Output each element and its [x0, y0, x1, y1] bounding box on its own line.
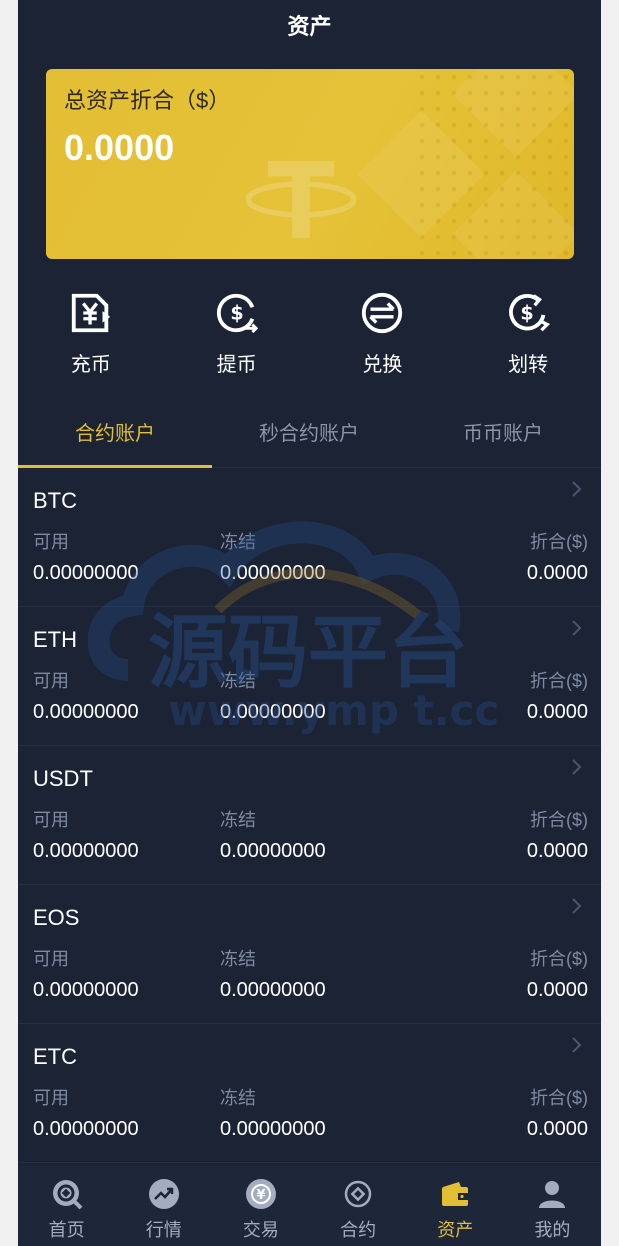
- transfer-label: 划转: [508, 354, 549, 376]
- frozen-value: 0.00000000: [220, 1118, 326, 1140]
- asset-name: ETC: [33, 1044, 77, 1069]
- total-assets-label: 总资产折合（$）: [64, 88, 231, 113]
- withdraw-button[interactable]: $ 提币: [164, 290, 310, 385]
- quick-actions: 充币 $ 提币 兑换 $ 划转: [18, 290, 601, 385]
- asset-list: BTC 可用 冻结 折合($) 0.00000000 0.00000000 0.…: [18, 468, 601, 1163]
- chevron-right-icon: [572, 1037, 582, 1053]
- deposit-button[interactable]: 充币: [18, 290, 164, 385]
- home-icon: [52, 1180, 82, 1210]
- converted-label: 折合($): [530, 810, 588, 830]
- nav-mine-label: 我的: [534, 1220, 571, 1240]
- nav-trade-label: 交易: [242, 1220, 279, 1240]
- svg-text:¥: ¥: [256, 1188, 265, 1203]
- trade-icon: ¥: [245, 1179, 276, 1209]
- frozen-label: 冻结: [220, 810, 256, 830]
- asset-name: ETH: [33, 627, 77, 652]
- converted-label: 折合($): [530, 671, 588, 691]
- available-label: 可用: [33, 532, 69, 552]
- available-label: 可用: [33, 671, 69, 691]
- frozen-label: 冻结: [220, 1088, 256, 1108]
- nav-assets-label: 资产: [437, 1220, 474, 1240]
- account-tabs: 合约账户 秒合约账户 币币账户: [18, 405, 601, 468]
- nav-home-label: 首页: [48, 1220, 85, 1240]
- available-value: 0.00000000: [33, 1118, 139, 1140]
- asset-name: EOS: [33, 905, 80, 930]
- chevron-right-icon: [572, 481, 582, 497]
- converted-label: 折合($): [530, 949, 588, 969]
- frozen-value: 0.00000000: [220, 979, 326, 1001]
- asset-row-usdt[interactable]: USDT 可用 冻结 折合($) 0.00000000 0.00000000 0…: [18, 746, 601, 885]
- transfer-button[interactable]: $ 划转: [455, 290, 601, 385]
- withdraw-label: 提币: [216, 354, 257, 376]
- converted-value: 0.0000: [526, 979, 588, 1001]
- total-assets-value: 0.0000: [64, 127, 175, 168]
- total-assets-card: 总资产折合（$） 0.0000: [46, 69, 574, 259]
- transfer-icon: $: [509, 294, 551, 332]
- nav-trade[interactable]: ¥ 交易: [212, 1166, 309, 1246]
- converted-value: 0.0000: [526, 701, 588, 723]
- frozen-label: 冻结: [220, 949, 256, 969]
- contract-icon: [344, 1180, 372, 1208]
- frozen-value: 0.00000000: [220, 701, 326, 723]
- nav-assets[interactable]: 资产: [407, 1166, 504, 1246]
- tab-contract-account[interactable]: 合约账户: [18, 405, 212, 468]
- nav-home[interactable]: 首页: [18, 1166, 115, 1246]
- tether-logo-icon: [246, 161, 356, 238]
- frozen-value: 0.00000000: [220, 562, 326, 584]
- header: 资产: [18, 0, 601, 52]
- tab-spot-account[interactable]: 币币账户: [406, 405, 600, 467]
- wallet-icon: [442, 1182, 469, 1206]
- asset-row-btc[interactable]: BTC 可用 冻结 折合($) 0.00000000 0.00000000 0.…: [18, 468, 601, 607]
- asset-name: USDT: [33, 766, 93, 791]
- asset-name: BTC: [33, 488, 77, 513]
- nav-contract[interactable]: 合约: [310, 1166, 407, 1246]
- tab-second-contract-account[interactable]: 秒合约账户: [212, 405, 406, 467]
- converted-label: 折合($): [530, 1088, 588, 1108]
- page-title: 资产: [287, 14, 332, 39]
- asset-row-etc[interactable]: ETC 可用 冻结 折合($) 0.00000000 0.00000000 0.…: [18, 1024, 601, 1163]
- market-icon: [148, 1179, 179, 1209]
- available-label: 可用: [33, 810, 69, 830]
- chevron-right-icon: [572, 759, 582, 775]
- asset-row-eos[interactable]: EOS 可用 冻结 折合($) 0.00000000 0.00000000 0.…: [18, 885, 601, 1024]
- deposit-icon: [71, 293, 111, 333]
- exchange-button[interactable]: 兑换: [310, 290, 456, 385]
- chevron-right-icon: [572, 620, 582, 636]
- available-value: 0.00000000: [33, 979, 139, 1001]
- converted-value: 0.0000: [526, 840, 588, 862]
- frozen-label: 冻结: [220, 671, 256, 691]
- available-value: 0.00000000: [33, 562, 139, 584]
- converted-label: 折合($): [530, 532, 588, 552]
- nav-mine[interactable]: 我的: [504, 1166, 601, 1246]
- available-value: 0.00000000: [33, 840, 139, 862]
- bottom-nav: 首页 行情 ¥ 交易 合约 资产 我的: [18, 1166, 601, 1246]
- svg-text:$: $: [520, 302, 533, 325]
- chevron-right-icon: [572, 898, 582, 914]
- frozen-value: 0.00000000: [220, 840, 326, 862]
- user-icon: [539, 1181, 566, 1208]
- frozen-label: 冻结: [220, 532, 256, 552]
- nav-contract-label: 合约: [340, 1220, 377, 1240]
- exchange-label: 兑换: [362, 354, 403, 376]
- asset-row-eth[interactable]: ETH 可用 冻结 折合($) 0.00000000 0.00000000 0.…: [18, 607, 601, 746]
- deposit-label: 充币: [70, 354, 111, 376]
- svg-text:$: $: [230, 302, 243, 325]
- available-label: 可用: [33, 949, 69, 969]
- available-value: 0.00000000: [33, 701, 139, 723]
- converted-value: 0.0000: [526, 562, 588, 584]
- app-container: 资产 总资产折合（$） 0.0000 充币 $ 提币 兑换 $ 划转 合约账户 …: [18, 0, 601, 1246]
- exchange-icon: [362, 292, 403, 334]
- converted-value: 0.0000: [526, 1118, 588, 1140]
- nav-market-label: 行情: [145, 1220, 182, 1240]
- nav-market[interactable]: 行情: [115, 1166, 212, 1246]
- withdraw-icon: $: [216, 293, 258, 334]
- available-label: 可用: [33, 1088, 69, 1108]
